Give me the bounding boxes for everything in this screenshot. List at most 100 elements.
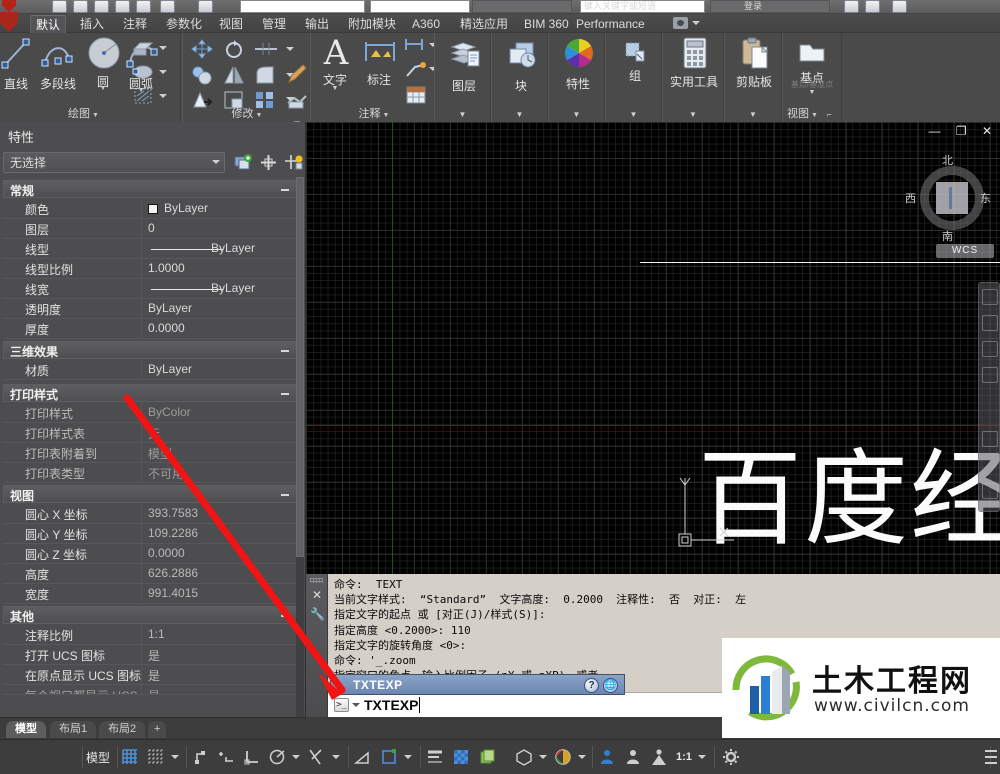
collapse-icon[interactable] (281, 393, 289, 395)
ribbon-panel-chooser-icon[interactable] (673, 17, 688, 29)
qat-new-icon[interactable] (52, 0, 67, 13)
prop-row-thickness[interactable]: 厚度 0.0000 (3, 319, 298, 339)
layout-tab-add[interactable]: + (148, 721, 167, 738)
hatch-dropdown-icon[interactable] (159, 94, 167, 98)
prop-row-ltscale[interactable]: 线型比例 1.0000 (3, 259, 298, 279)
command-prompt-dropdown-icon[interactable] (352, 703, 360, 707)
polar-dropdown-icon[interactable] (292, 755, 300, 759)
panel-group-expand[interactable]: ▼ (606, 109, 661, 121)
qat-redo-icon[interactable] (198, 0, 213, 13)
transparency-icon[interactable] (452, 748, 470, 766)
nav-more-icon[interactable] (982, 483, 998, 499)
qat-file-field[interactable] (370, 0, 470, 13)
prop-row-center-z[interactable]: 圆心 Z 坐标 0.0000 (3, 544, 298, 564)
quick-access-toolbar[interactable]: 键入关键字或短语 登录 (0, 0, 1000, 14)
infer-constraints-icon[interactable] (192, 748, 210, 766)
panel-block-expand[interactable]: ▼ (492, 109, 547, 121)
zoom-icon[interactable] (982, 341, 998, 357)
3d-object-snap-icon[interactable] (354, 748, 372, 766)
tab-addins[interactable]: 附加模块 (343, 15, 401, 33)
dynamic-input-icon[interactable] (217, 748, 235, 766)
help-search-icon[interactable]: 🌐 (603, 678, 618, 693)
status-model-label[interactable]: 模型 (86, 749, 110, 766)
scrollbar-thumb[interactable] (296, 177, 304, 557)
panel-draw-title[interactable]: 绘图 ▼ (0, 107, 180, 122)
prop-row-annoscale[interactable]: 注释比例 1:1 (3, 625, 298, 645)
panel-utilities-expand[interactable]: ▼ (663, 109, 723, 121)
ribbon-chooser-caret-icon[interactable] (692, 21, 700, 25)
collapse-icon[interactable] (281, 350, 289, 352)
layout-tab-layout1[interactable]: 布局1 (50, 721, 97, 738)
3d-osnap-icon[interactable] (515, 748, 533, 766)
grid-display-icon[interactable] (121, 748, 139, 766)
prop-row-ucsicon-origin[interactable]: 在原点显示 UCS 图标 是 (3, 665, 298, 685)
trim-icon[interactable] (254, 41, 278, 60)
osnap-tracking-dropdown-icon[interactable] (404, 755, 412, 759)
object-snap-tracking-icon[interactable] (380, 748, 398, 766)
polar-tracking-icon[interactable] (268, 748, 286, 766)
panel-clipboard-expand[interactable]: ▼ (725, 109, 781, 121)
pickadd-icon[interactable] (284, 153, 303, 172)
drag-handle-icon[interactable] (310, 578, 323, 583)
tab-annotate[interactable]: 注释 (118, 15, 152, 33)
prop-row-ucsicon-on[interactable]: 打开 UCS 图标 是 (3, 645, 298, 665)
qat-open-icon[interactable] (73, 0, 88, 13)
application-menu-button[interactable] (2, 0, 16, 12)
drawing-text[interactable]: 百度经验 (698, 447, 1000, 551)
app-menu-tab-icon[interactable] (0, 12, 18, 32)
tab-performance[interactable]: Performance (571, 15, 650, 33)
prop-row-linetype[interactable]: 线型 ByLayer (3, 239, 298, 259)
view-cube[interactable]: 北 南 西 东 (905, 152, 991, 244)
signin-area[interactable] (710, 0, 830, 13)
mirror-icon[interactable] (223, 65, 245, 88)
close-icon[interactable]: ✕ (312, 588, 322, 602)
table-icon[interactable] (405, 85, 427, 108)
selection-cycling-icon[interactable] (478, 748, 496, 766)
snap-dropdown-icon[interactable] (171, 755, 179, 759)
command-input[interactable]: TXTEXP (364, 697, 425, 713)
object-snap-icon[interactable] (307, 748, 325, 766)
layout-tab-model[interactable]: 模型 (6, 721, 46, 738)
prop-row-material[interactable]: 材质 ByLayer (3, 360, 298, 380)
tab-a360[interactable]: A360 (407, 15, 445, 33)
command-window-gripbar[interactable]: ✕ 🔧 (306, 574, 328, 717)
prop-row-ucs-per-viewport[interactable]: 每个视口都显示 UCS 是 (3, 685, 298, 695)
tab-bim360[interactable]: BIM 360 (519, 15, 574, 33)
ortho-mode-icon[interactable] (243, 748, 261, 766)
panel-properties-expand[interactable]: ▼ (549, 109, 604, 121)
annotation-dropdown-icon[interactable] (698, 755, 706, 759)
tab-manage[interactable]: 管理 (257, 15, 291, 33)
copy-icon[interactable] (191, 65, 213, 88)
leader-icon[interactable] (405, 61, 427, 82)
drawing-viewport[interactable]: 百度经验 — ❐ ✕ 北 南 西 东 WCS (306, 122, 1000, 574)
qat-dark-field[interactable] (472, 0, 572, 13)
prop-row-color[interactable]: 颜色 ByLayer (3, 199, 298, 219)
rectangle-dropdown-icon[interactable] (159, 46, 167, 50)
props-group-plotstyle[interactable]: 打印样式 (3, 384, 298, 402)
props-group-misc[interactable]: 其他 (3, 606, 298, 624)
text-dropdown-icon[interactable]: ▼ (313, 85, 357, 92)
prop-row-center-y[interactable]: 圆心 Y 坐标 109.2286 (3, 524, 298, 544)
qat-share-icon[interactable] (865, 0, 880, 13)
quick-select-icon[interactable] (234, 153, 253, 172)
clean-screen-icon[interactable] (650, 748, 668, 766)
rectangle-icon[interactable] (132, 39, 154, 60)
qat-help-icon[interactable] (892, 0, 907, 13)
steering-wheel-icon[interactable] (982, 289, 998, 305)
ribbon-tab-bar[interactable]: 默认 插入 注释 参数化 视图 管理 输出 附加模块 A360 精选应用 BIM… (0, 12, 1000, 33)
hardware-accel-icon[interactable] (598, 748, 616, 766)
prop-row-center-x[interactable]: 圆心 X 坐标 393.7583 (3, 504, 298, 524)
prop-row-width[interactable]: 宽度 991.4015 (3, 584, 298, 604)
chevron-down-icon[interactable] (212, 160, 220, 164)
fillet-icon[interactable] (254, 65, 276, 88)
basepoint-dropdown-icon[interactable]: ▼ (783, 89, 841, 96)
selection-combo[interactable]: 无选择 (3, 152, 225, 173)
collapse-icon[interactable] (281, 494, 289, 496)
prop-row-lineweight[interactable]: 线宽 ByLayer (3, 279, 298, 299)
help-question-icon[interactable]: ? (584, 678, 599, 693)
tab-view[interactable]: 视图 (214, 15, 248, 33)
props-group-view[interactable]: 视图 (3, 485, 298, 503)
move-icon[interactable] (191, 39, 213, 62)
qat-plot-icon[interactable] (136, 0, 151, 13)
visualstyle-dropdown-icon[interactable] (539, 755, 547, 759)
